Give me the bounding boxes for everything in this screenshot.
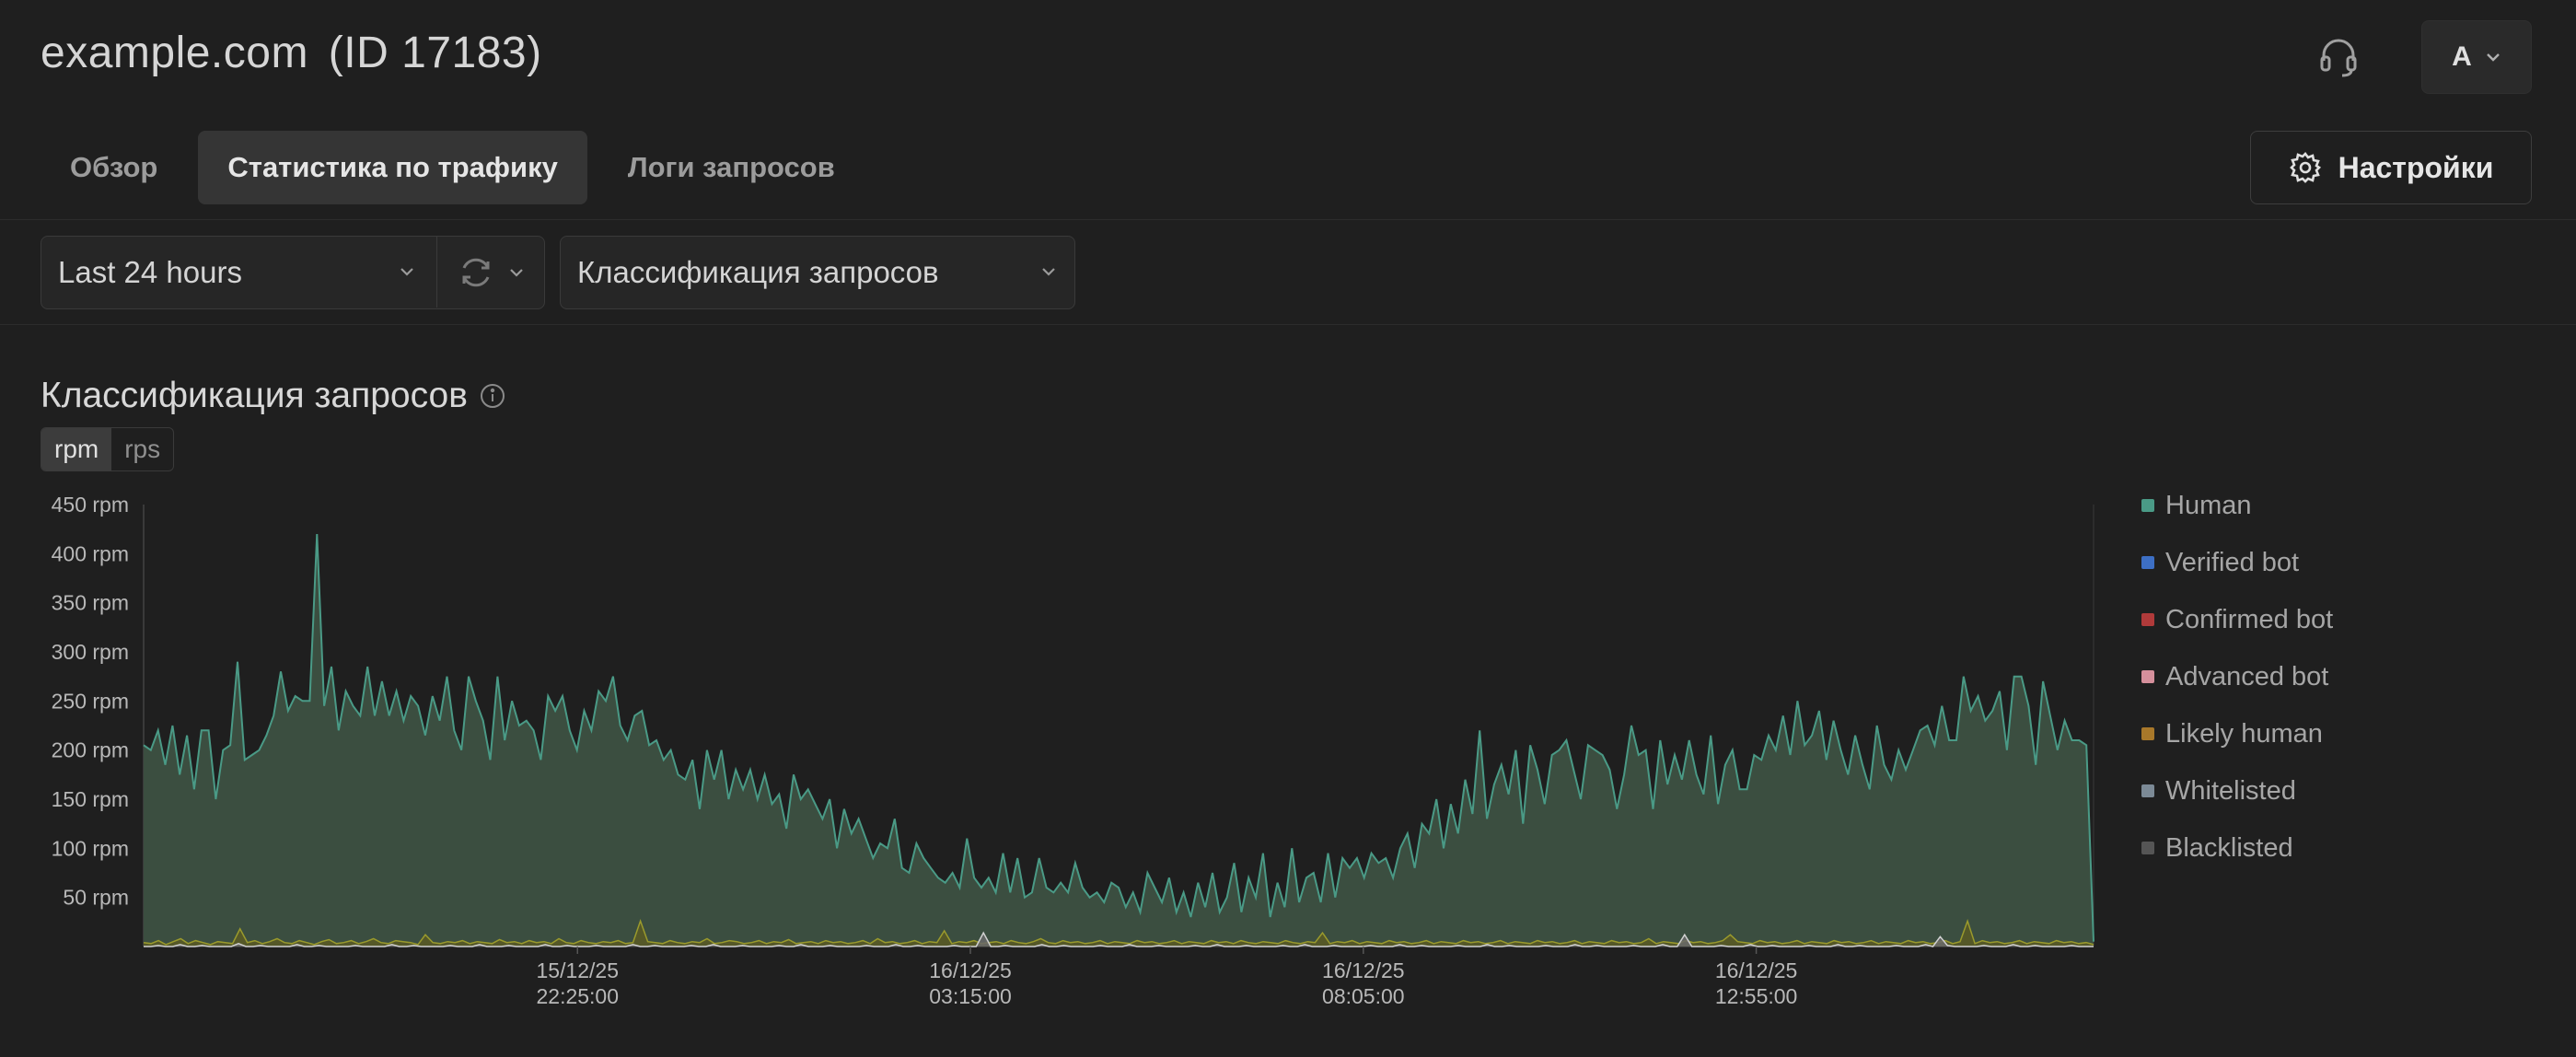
x-tick-time: 08:05:00 xyxy=(1322,984,1405,1008)
legend-swatch xyxy=(2141,499,2154,512)
x-tick-time: 03:15:00 xyxy=(929,984,1012,1008)
legend-whitelisted[interactable]: Whitelisted xyxy=(2141,762,2333,819)
legend-label: Human xyxy=(2165,490,2252,520)
period-value: Last 24 hours xyxy=(58,254,242,289)
y-tick-label: 150 rpm xyxy=(52,787,129,811)
y-tick-label: 300 rpm xyxy=(52,640,129,664)
legend-swatch xyxy=(2141,842,2154,854)
legend-verified-bot[interactable]: Verified bot xyxy=(2141,534,2333,591)
legend-swatch xyxy=(2141,613,2154,626)
y-tick-label: 200 rpm xyxy=(52,738,129,762)
section-title: Классификация запросов xyxy=(41,376,506,416)
legend-advanced-bot[interactable]: Advanced bot xyxy=(2141,648,2333,705)
legend-label: Advanced bot xyxy=(2165,661,2329,691)
headset-icon[interactable] xyxy=(2316,35,2361,79)
unit-toggle: rpm rps xyxy=(41,427,175,471)
chevron-down-icon xyxy=(510,268,523,277)
nav-tabs: Обзор Статистика по трафику Логи запросо… xyxy=(41,131,864,204)
chart-legend: Human Verified bot Confirmed bot Advance… xyxy=(2141,477,2333,877)
classification-select[interactable]: Классификация запросов xyxy=(560,236,1075,309)
tab-overview[interactable]: Обзор xyxy=(41,131,187,204)
period-select[interactable]: Last 24 hours xyxy=(41,237,437,308)
legend-label: Whitelisted xyxy=(2165,775,2296,806)
settings-label: Настройки xyxy=(2338,150,2494,184)
classification-value: Классификация запросов xyxy=(577,255,939,289)
period-group: Last 24 hours xyxy=(41,236,545,309)
site-id: (ID 17183) xyxy=(328,29,542,77)
account-initial: A xyxy=(2452,41,2472,72)
x-tick-date: 16/12/25 xyxy=(1322,958,1405,982)
page-header: example.com (ID 17183) A xyxy=(0,0,2576,120)
site-name: example.com xyxy=(41,29,308,77)
x-tick-date: 16/12/25 xyxy=(1715,958,1798,982)
unit-rpm[interactable]: rpm xyxy=(41,428,112,470)
legend-swatch xyxy=(2141,556,2154,569)
legend-swatch xyxy=(2141,784,2154,797)
series-area-human xyxy=(144,534,2094,947)
tab-traffic-stats[interactable]: Статистика по трафику xyxy=(198,131,587,204)
legend-label: Confirmed bot xyxy=(2165,604,2334,634)
legend-blacklisted[interactable]: Blacklisted xyxy=(2141,819,2333,877)
chevron-down-icon xyxy=(1042,268,1055,276)
section-title-text: Классификация запросов xyxy=(41,376,468,415)
chevron-down-icon xyxy=(2486,53,2500,62)
legend-swatch xyxy=(2141,670,2154,683)
y-tick-label: 250 rpm xyxy=(52,689,129,713)
x-tick-time: 22:25:00 xyxy=(536,984,619,1008)
legend-label: Verified bot xyxy=(2165,547,2300,577)
legend-confirmed-bot[interactable]: Confirmed bot xyxy=(2141,591,2333,648)
y-tick-label: 50 rpm xyxy=(63,886,129,910)
legend-label: Likely human xyxy=(2165,718,2323,749)
legend-swatch xyxy=(2141,727,2154,740)
account-menu-button[interactable]: A xyxy=(2421,20,2532,94)
unit-rps[interactable]: rps xyxy=(111,428,173,470)
legend-likely-human[interactable]: Likely human xyxy=(2141,705,2333,762)
tab-request-logs[interactable]: Логи запросов xyxy=(598,131,864,204)
settings-button[interactable]: Настройки xyxy=(2250,131,2532,204)
legend-label: Blacklisted xyxy=(2165,832,2293,863)
y-tick-label: 450 rpm xyxy=(52,493,129,517)
gear-icon xyxy=(2289,152,2321,183)
refresh-icon xyxy=(462,258,490,286)
y-tick-label: 100 rpm xyxy=(52,836,129,860)
auto-refresh-button[interactable] xyxy=(439,237,544,308)
x-tick-date: 15/12/25 xyxy=(536,958,619,982)
legend-human[interactable]: Human xyxy=(2141,477,2333,534)
divider xyxy=(0,324,2576,325)
divider xyxy=(0,219,2576,220)
chevron-down-icon xyxy=(400,268,413,276)
site-title: example.com (ID 17183) xyxy=(41,28,542,78)
x-tick-time: 12:55:00 xyxy=(1715,984,1798,1008)
info-icon[interactable] xyxy=(479,382,506,410)
y-tick-label: 350 rpm xyxy=(52,591,129,615)
x-tick-date: 16/12/25 xyxy=(929,958,1012,982)
y-tick-label: 400 rpm xyxy=(52,541,129,565)
